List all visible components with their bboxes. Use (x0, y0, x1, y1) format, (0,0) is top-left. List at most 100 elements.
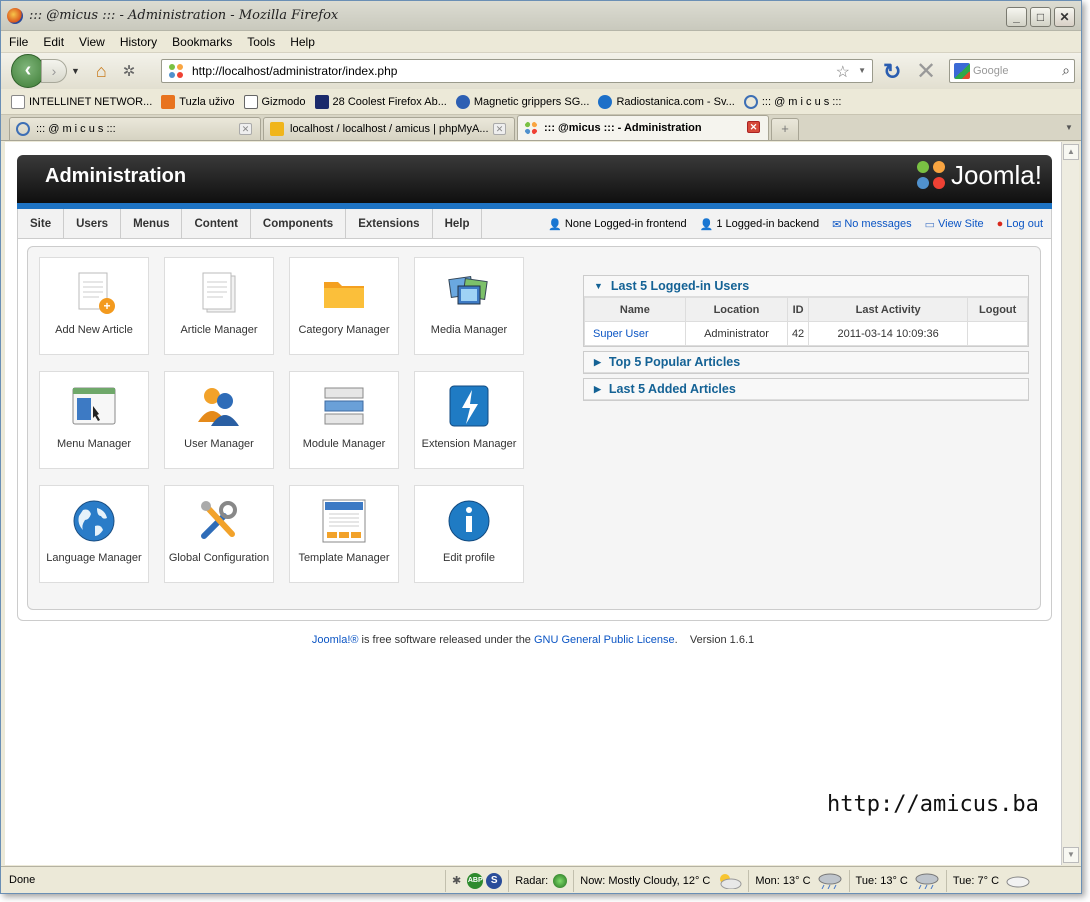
stop-icon[interactable]: ✕ (916, 57, 936, 86)
user-logout (967, 321, 1028, 346)
bookmark-item[interactable]: ::: @ m i c u s ::: (743, 94, 841, 109)
column-header: Location (684, 297, 789, 322)
weather-tue2-cell[interactable]: Tue: 7° C (945, 869, 1037, 892)
license-link[interactable]: GNU General Public License (534, 634, 675, 646)
joomla-logo-icon (916, 160, 947, 191)
quickicon-module-manager[interactable]: Module Manager (289, 371, 399, 469)
home-icon[interactable]: ⌂ (96, 61, 107, 82)
module-header[interactable]: ▼ Last 5 Logged-in Users (584, 276, 1028, 297)
bookmark-item[interactable]: Gizmodo (243, 94, 306, 109)
menu-view[interactable]: View (79, 35, 105, 49)
quickicon-extension-manager[interactable]: Extension Manager (414, 371, 524, 469)
quickicon-edit-profile[interactable]: Edit profile (414, 485, 524, 583)
weather-tue1-cell[interactable]: Tue: 13° C (848, 869, 946, 892)
menu-help[interactable]: Help (433, 208, 483, 239)
addon-icon[interactable]: ✲ (123, 62, 136, 80)
new-tab-button[interactable]: + (771, 118, 799, 140)
scroll-up-icon[interactable]: ▲ (1063, 144, 1079, 160)
logged-in-users-table: Name Location ID Last Activity Logout Su… (584, 297, 1028, 346)
tab-phpmyadmin[interactable]: localhost / localhost / amicus | phpMyA.… (263, 117, 515, 140)
joomla-favicon-icon (169, 64, 183, 78)
quickicon-template-manager[interactable]: Template Manager (289, 485, 399, 583)
quickicon-menu-manager[interactable]: Menu Manager (39, 371, 149, 469)
search-placeholder: Google (973, 65, 1009, 77)
logout-icon: ● (996, 218, 1004, 230)
quickicon-article-manager[interactable]: Article Manager (164, 257, 274, 355)
reload-icon[interactable]: ↻ (883, 59, 901, 85)
s-addon-icon[interactable]: S (486, 872, 503, 889)
scroll-down-icon[interactable]: ▼ (1063, 847, 1079, 863)
messages-link[interactable]: ✉ No messages (832, 218, 911, 231)
url-bar[interactable]: http://localhost/administrator/index.php… (161, 59, 873, 83)
menu-manager-icon (71, 384, 117, 430)
menu-users[interactable]: Users (64, 208, 122, 239)
bookmark-item[interactable]: Magnetic grippers SG... (455, 94, 589, 109)
radar-cell[interactable]: Radar: (508, 869, 573, 892)
forward-button[interactable]: › (41, 59, 67, 83)
quickicon-user-manager[interactable]: User Manager (164, 371, 274, 469)
weather-now-cell[interactable]: Now: Mostly Cloudy, 12° C (573, 869, 748, 892)
tab-list-icon[interactable]: ▼ (1061, 119, 1077, 137)
logout-link[interactable]: ● Log out (997, 218, 1043, 230)
view-site-link[interactable]: ▭ View Site (925, 218, 984, 231)
gizmodo-icon (243, 94, 258, 109)
google-icon[interactable] (954, 63, 970, 79)
browser-window: ::: @micus ::: - Administration - Mozill… (0, 0, 1082, 894)
quickicon-language-manager[interactable]: Language Manager (39, 485, 149, 583)
menu-help[interactable]: Help (290, 35, 315, 49)
tab-close-icon[interactable]: ✕ (493, 123, 506, 135)
bookmark-item[interactable]: 28 Coolest Firefox Ab... (314, 94, 447, 109)
joomla-link[interactable]: Joomla!® (312, 634, 359, 646)
quickicon-category-manager[interactable]: Category Manager (289, 257, 399, 355)
bookmark-item[interactable]: INTELLINET NETWOR... (11, 94, 152, 109)
menu-extensions[interactable]: Extensions (346, 208, 433, 239)
amicus-icon (16, 122, 30, 136)
bookmark-item[interactable]: Tuzla uživo (161, 94, 235, 109)
minimize-button[interactable]: _ (1006, 7, 1027, 27)
menu-file[interactable]: File (9, 35, 28, 49)
menu-bookmarks[interactable]: Bookmarks (172, 35, 232, 49)
menu-content[interactable]: Content (182, 208, 251, 239)
quickicon-media-manager[interactable]: Media Manager (414, 257, 524, 355)
user-location: Administrator (684, 321, 789, 346)
tab-close-icon[interactable]: ✕ (239, 123, 252, 135)
quickicon-global-configuration[interactable]: Global Configuration (164, 485, 274, 583)
amicus-icon (743, 94, 758, 109)
close-button[interactable]: ✕ (1054, 7, 1075, 27)
vertical-scrollbar[interactable]: ▲ ▼ (1061, 142, 1079, 865)
bookmark-item[interactable]: Radiostanica.com - Sv... (598, 94, 735, 109)
menu-tools[interactable]: Tools (247, 35, 275, 49)
tab-amicus[interactable]: ::: @ m i c u s ::: ✕ (9, 117, 261, 140)
module-popular-articles: ▶ Top 5 Popular Articles (583, 351, 1029, 374)
page-icon (11, 94, 25, 109)
status-area: 👤 None Logged-in frontend 👤 1 Logged-in ba… (535, 209, 1043, 239)
back-button[interactable]: ‹ (11, 54, 45, 88)
expanded-arrow-icon: ▼ (594, 281, 603, 291)
user-name-link[interactable]: Super User (584, 321, 686, 346)
extension-icon (446, 384, 492, 430)
media-icon (446, 270, 492, 316)
bookmark-star-icon[interactable]: ☆ (836, 62, 850, 82)
tab-close-icon[interactable]: ✕ (747, 121, 760, 133)
weather-mon-cell[interactable]: Mon: 13° C (748, 869, 848, 892)
module-header[interactable]: ▶ Last 5 Added Articles (584, 379, 1028, 400)
window-title: ::: @micus ::: - Administration - Mozill… (29, 8, 339, 23)
search-input[interactable]: Google ⌕ (949, 59, 1075, 83)
phpmyadmin-icon (270, 122, 284, 136)
search-icon[interactable]: ⌕ (1062, 62, 1070, 79)
svg-text:+: + (103, 299, 110, 313)
menu-history[interactable]: History (120, 35, 157, 49)
frontend-status: 👤 None Logged-in frontend (548, 218, 687, 231)
module-header[interactable]: ▶ Top 5 Popular Articles (584, 352, 1028, 373)
menu-site[interactable]: Site (18, 208, 65, 239)
url-dropdown-icon[interactable]: ▼ (858, 66, 866, 75)
menu-components[interactable]: Components (251, 208, 347, 239)
quickicon-add-article[interactable]: + Add New Article (39, 257, 149, 355)
maximize-button[interactable]: □ (1030, 7, 1051, 27)
tab-administration[interactable]: ::: @micus ::: - Administration ✕ (517, 115, 769, 140)
menu-edit[interactable]: Edit (43, 35, 64, 49)
menu-menus[interactable]: Menus (121, 208, 183, 239)
adblock-icon[interactable]: ABP (467, 872, 484, 889)
spider-icon[interactable]: ✱ (452, 874, 461, 887)
history-dropdown-icon[interactable]: ▼ (71, 66, 80, 76)
